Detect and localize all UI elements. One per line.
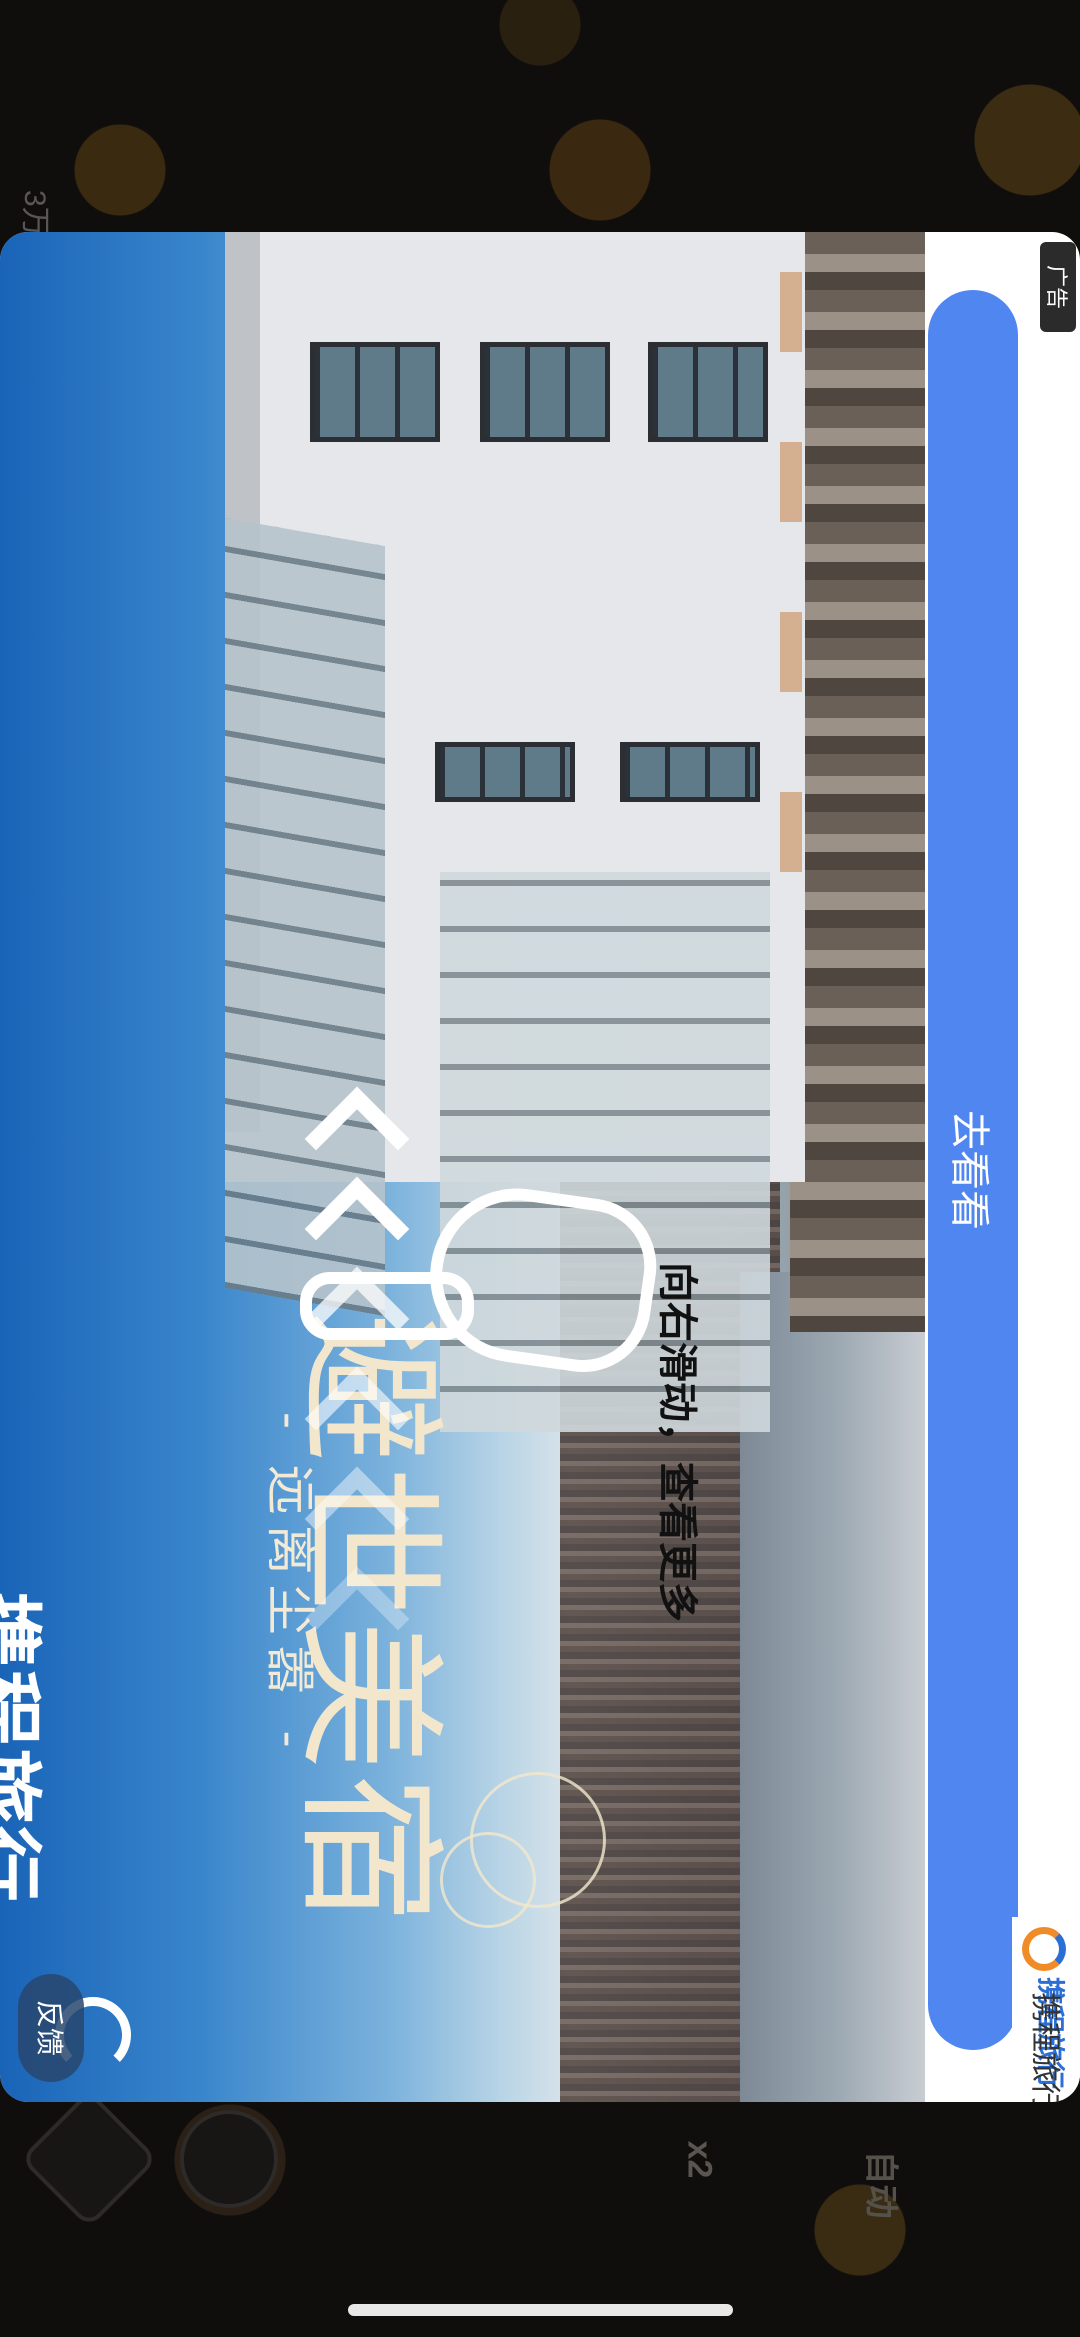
ad-badge-label: 广告	[1044, 264, 1070, 310]
ad-badge[interactable]: 广告	[1040, 242, 1076, 332]
brand-logo-text: 携程旅行	[0, 1592, 45, 1904]
window	[620, 742, 760, 802]
dock-image	[790, 232, 925, 1332]
stats-icon	[180, 2110, 278, 2208]
go-see-label: 去看看	[947, 1110, 991, 1230]
feedback-label: 反馈	[33, 1999, 65, 2057]
feedback-button[interactable]: 反馈	[18, 1974, 84, 2082]
auto-label: 自动	[861, 2150, 900, 2219]
window	[310, 342, 440, 442]
decorative-swirl	[470, 1772, 606, 1908]
dock-pillar	[780, 442, 802, 522]
background-counter: 3万	[18, 190, 51, 237]
home-indicator[interactable]	[348, 2304, 733, 2316]
advertiser-name: 携程旅行	[1028, 1992, 1061, 2102]
speed-label: x2	[680, 2140, 719, 2179]
ad-modal[interactable]: 携程旅行 - 远离尘嚣 - 避世美宿 向右滑动，查看更多 反馈 去看看 广告 携…	[0, 232, 1080, 2102]
swipe-finger-icon	[300, 1272, 474, 1340]
window	[648, 342, 768, 442]
advertiser-logo-icon	[1022, 1927, 1066, 1971]
window	[480, 342, 610, 442]
dock-pillar	[780, 792, 802, 872]
go-see-button[interactable]: 去看看	[928, 290, 1018, 2050]
window	[435, 742, 575, 802]
dock-pillar	[780, 272, 802, 352]
dock-pillar	[780, 612, 802, 692]
ad-image[interactable]: 携程旅行 - 远离尘嚣 - 避世美宿 向右滑动，查看更多 反馈	[0, 232, 925, 2102]
swipe-hint: 向右滑动，查看更多	[655, 1262, 699, 1622]
